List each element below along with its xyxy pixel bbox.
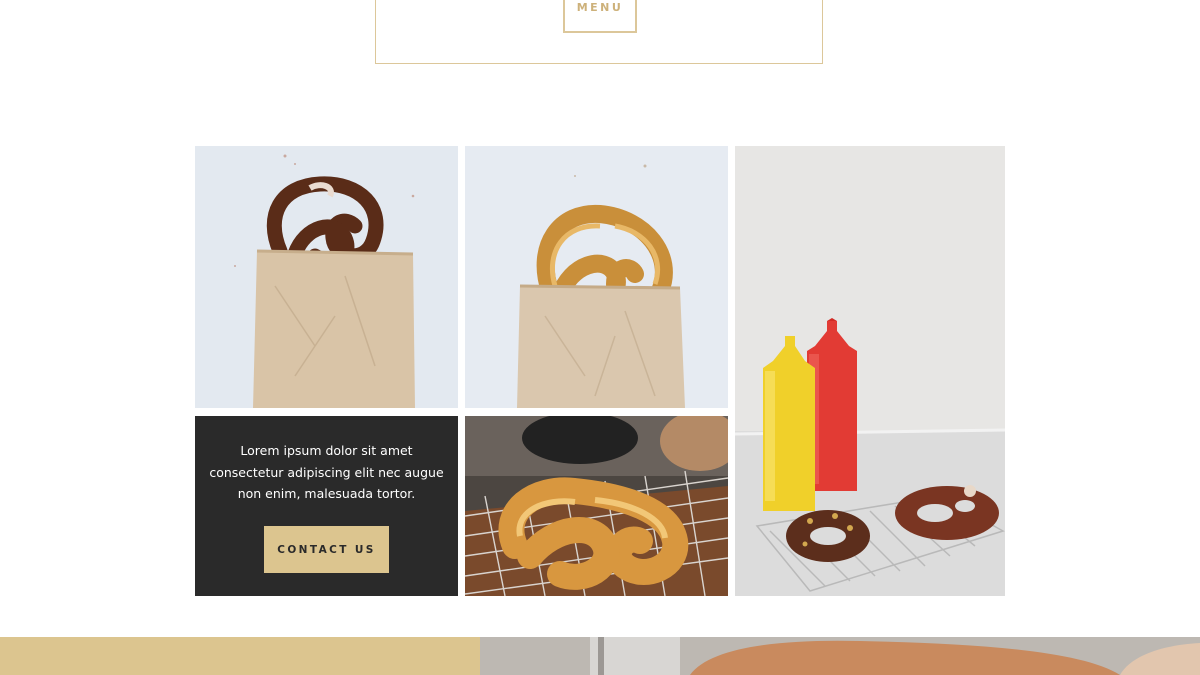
promo-text: Lorem ipsum dolor sit amet consectetur a… xyxy=(195,440,458,505)
promo-line: consectetur adipiscing elit nec augue xyxy=(209,464,444,480)
menu-button[interactable]: MENU xyxy=(563,0,637,33)
gallery-image-pretzels-condiments xyxy=(735,146,1005,596)
bottom-band-image xyxy=(480,637,1200,675)
promo-line: non enim, malesuada tortor. xyxy=(237,486,416,501)
gallery-image-pretzel-bag-dark xyxy=(195,146,458,408)
bottom-band-gold xyxy=(0,637,480,675)
promo-line: Lorem ipsum dolor sit amet xyxy=(240,443,413,458)
contact-us-button[interactable]: CONTACT US xyxy=(264,526,389,573)
promo-panel: Lorem ipsum dolor sit amet consectetur a… xyxy=(195,416,458,596)
gallery-image-pretzel-bag-golden xyxy=(465,146,728,408)
gallery-image-pretzel-rack xyxy=(465,416,728,596)
